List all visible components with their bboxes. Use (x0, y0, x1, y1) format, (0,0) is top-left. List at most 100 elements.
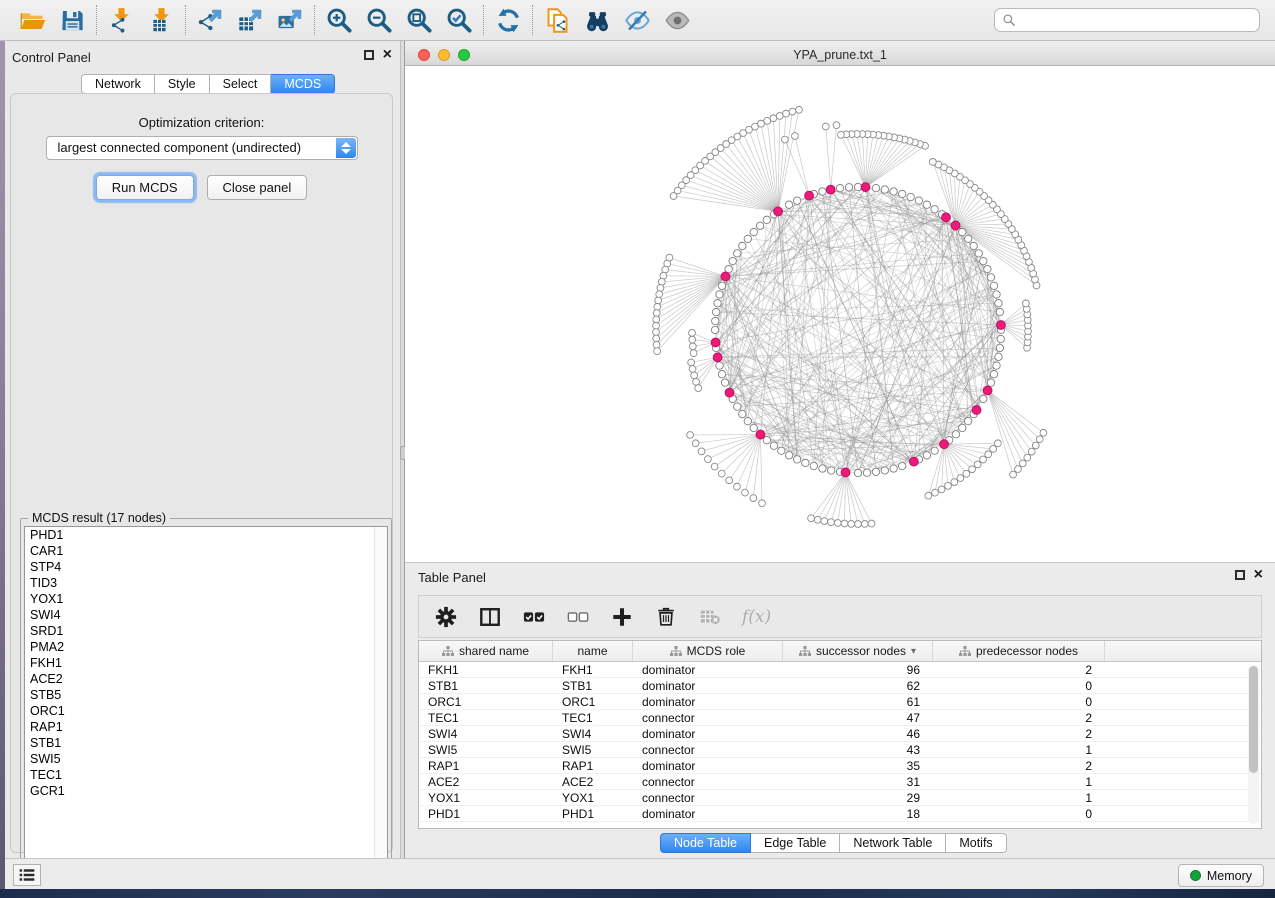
export-table-icon[interactable] (235, 5, 265, 35)
float-table-panel-icon[interactable] (1235, 570, 1245, 580)
table-row[interactable]: PHD1PHD1dominator180 (419, 806, 1261, 822)
column-header-predecessor-nodes[interactable]: predecessor nodes (933, 641, 1105, 661)
memory-button[interactable]: Memory (1178, 864, 1264, 887)
table-scrollbar[interactable] (1248, 665, 1259, 824)
zoom-fit-icon[interactable] (404, 5, 434, 35)
network-graph[interactable] (405, 66, 1275, 562)
export-image-icon[interactable] (275, 5, 305, 35)
hide-selected-icon[interactable] (622, 5, 652, 35)
table-cell: dominator (633, 678, 783, 694)
mcds-result-item[interactable]: SRD1 (25, 623, 387, 639)
select-all-checkboxes-icon[interactable] (522, 605, 546, 629)
deselect-all-checkboxes-icon[interactable] (566, 605, 590, 629)
dominator-node[interactable] (983, 386, 992, 395)
show-all-icon[interactable] (662, 5, 692, 35)
tab-network[interactable]: Network (81, 74, 155, 94)
delete-column-trash-icon[interactable] (654, 605, 678, 629)
mcds-result-item[interactable]: TEC1 (25, 767, 387, 783)
mcds-result-item[interactable]: PMA2 (25, 639, 387, 655)
close-panel-icon[interactable]: × (383, 50, 392, 60)
table-row[interactable]: STB1STB1dominator620 (419, 678, 1261, 694)
column-header-successor-nodes[interactable]: successor nodes▾ (783, 641, 933, 661)
dominator-node[interactable] (909, 457, 918, 466)
refresh-icon[interactable] (493, 5, 523, 35)
task-history-button[interactable] (13, 864, 41, 886)
dominator-node[interactable] (774, 207, 783, 216)
mcds-result-item[interactable]: RAP1 (25, 719, 387, 735)
dominator-node[interactable] (942, 213, 951, 222)
table-row[interactable]: ACE2ACE2connector311 (419, 774, 1261, 790)
tab-style[interactable]: Style (155, 74, 210, 94)
close-panel-button[interactable]: Close panel (207, 175, 308, 200)
export-network-icon[interactable] (195, 5, 225, 35)
import-table-icon[interactable] (146, 5, 176, 35)
dominator-node[interactable] (861, 183, 870, 192)
mcds-result-item[interactable]: SWI5 (25, 751, 387, 767)
tab-motifs[interactable]: Motifs (946, 833, 1006, 853)
mcds-result-item[interactable]: GCR1 (25, 783, 387, 799)
table-row[interactable]: FKH1FKH1dominator962 (419, 662, 1261, 678)
table-row[interactable]: YOX1YOX1connector291 (419, 790, 1261, 806)
table-row[interactable]: TEC1TEC1connector472 (419, 710, 1261, 726)
dominator-node[interactable] (940, 440, 949, 449)
mcds-result-item[interactable]: FKH1 (25, 655, 387, 671)
table-row[interactable]: SWI5SWI5connector431 (419, 742, 1261, 758)
copy-share-icon[interactable] (542, 5, 572, 35)
column-header-mcds-role[interactable]: MCDS role (633, 641, 783, 661)
save-session-icon[interactable] (57, 5, 87, 35)
first-neighbors-icon[interactable] (582, 5, 612, 35)
result-scrollbar[interactable] (374, 527, 387, 887)
mcds-result-item[interactable]: TID3 (25, 575, 387, 591)
dominator-node[interactable] (972, 406, 981, 415)
zoom-in-icon[interactable] (324, 5, 354, 35)
float-panel-icon[interactable] (364, 50, 374, 60)
dominator-node[interactable] (721, 272, 730, 281)
mcds-result-item[interactable]: CAR1 (25, 543, 387, 559)
table-options-gear-icon[interactable] (434, 605, 458, 629)
dominator-node[interactable] (725, 388, 734, 397)
tab-mcds[interactable]: MCDS (271, 74, 335, 94)
column-header-name[interactable]: name (553, 641, 633, 661)
mcds-result-item[interactable]: PHD1 (25, 527, 387, 543)
table-row[interactable]: RAP1RAP1dominator352 (419, 758, 1261, 774)
tab-edge-table[interactable]: Edge Table (751, 833, 840, 853)
import-network-icon[interactable] (106, 5, 136, 35)
dominator-node[interactable] (713, 353, 722, 362)
mcds-result-list[interactable]: PHD1CAR1STP4TID3YOX1SWI4SRD1PMA2FKH1ACE2… (24, 526, 388, 888)
mcds-result-item[interactable]: ACE2 (25, 671, 387, 687)
tab-select[interactable]: Select (210, 74, 272, 94)
criterion-select[interactable]: largest connected component (undirected) (46, 136, 358, 160)
dominator-node[interactable] (805, 191, 814, 200)
run-mcds-button[interactable]: Run MCDS (96, 175, 194, 200)
dominator-node[interactable] (711, 338, 720, 347)
split-view-icon[interactable] (478, 605, 502, 629)
open-file-icon[interactable] (17, 5, 47, 35)
dominator-node[interactable] (826, 185, 835, 194)
column-header-shared-name[interactable]: shared name (419, 641, 553, 661)
table-scrollbar-thumb[interactable] (1249, 666, 1258, 773)
mcds-result-item[interactable]: ORC1 (25, 703, 387, 719)
zoom-out-icon[interactable] (364, 5, 394, 35)
zoom-selected-icon[interactable] (444, 5, 474, 35)
network-canvas[interactable] (405, 66, 1275, 562)
table-cell: RAP1 (419, 758, 553, 774)
dominator-node[interactable] (841, 468, 850, 477)
search-input[interactable] (994, 8, 1260, 32)
table-row[interactable]: SWI4SWI4dominator462 (419, 726, 1261, 742)
mcds-result-item[interactable]: STB1 (25, 735, 387, 751)
dominator-node[interactable] (756, 430, 765, 439)
mcds-result-item[interactable]: STB5 (25, 687, 387, 703)
dominator-node[interactable] (951, 221, 960, 230)
tab-node-table[interactable]: Node Table (660, 833, 751, 853)
table-row[interactable]: ORC1ORC1dominator610 (419, 694, 1261, 710)
mcds-result-item[interactable]: SWI4 (25, 607, 387, 623)
mcds-result-item[interactable]: STP4 (25, 559, 387, 575)
tab-network-table[interactable]: Network Table (840, 833, 946, 853)
table-cell: 46 (783, 726, 933, 742)
add-column-plus-icon[interactable] (610, 605, 634, 629)
table-tabs: Node TableEdge TableNetwork TableMotifs (660, 833, 1007, 853)
mcds-result-item[interactable]: YOX1 (25, 591, 387, 607)
network-titlebar[interactable]: YPA_prune.txt_1 (405, 45, 1275, 66)
dominator-node[interactable] (997, 321, 1006, 330)
close-table-panel-icon[interactable]: × (1254, 570, 1263, 580)
